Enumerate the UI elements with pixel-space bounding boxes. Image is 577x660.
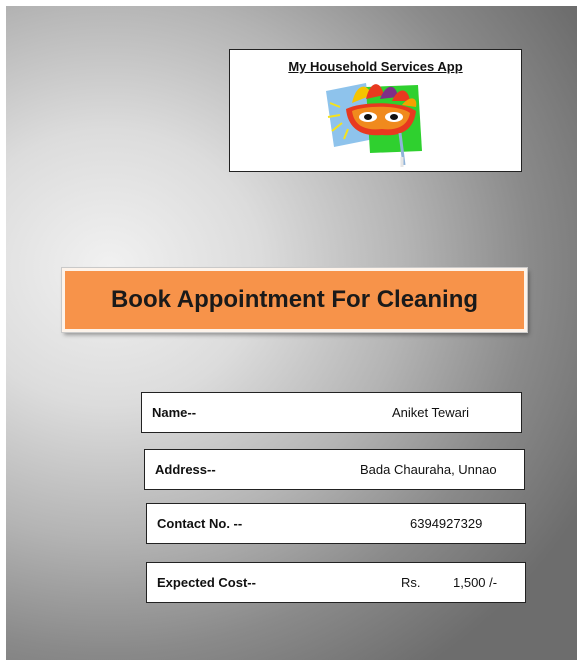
contact-value: 6394927329: [410, 516, 483, 531]
page-title: Book Appointment For Cleaning: [110, 286, 479, 313]
carnival-mask-icon: [326, 83, 422, 167]
expected-cost-label: Expected Cost--: [157, 575, 256, 590]
address-label: Address--: [155, 462, 216, 477]
expected-cost-field[interactable]: Expected Cost-- Rs. 1,500 /-: [146, 562, 526, 603]
name-value: Aniket Tewari: [392, 405, 470, 420]
app-title: My Household Services App: [288, 59, 463, 74]
contact-label: Contact No. --: [157, 516, 243, 531]
contact-field[interactable]: Contact No. -- 6394927329: [146, 503, 526, 544]
currency-label: Rs.: [401, 575, 421, 590]
address-value: Bada Chauraha, Unnao: [360, 462, 497, 477]
name-field[interactable]: Name-- Aniket Tewari: [141, 392, 522, 433]
expected-cost-value: 1,500 /-: [453, 575, 498, 590]
app-header-card: My Household Services App: [229, 49, 522, 172]
page-title-banner: Book Appointment For Cleaning: [62, 268, 527, 332]
address-field[interactable]: Address-- Bada Chauraha, Unnao: [144, 449, 525, 490]
name-label: Name--: [152, 405, 197, 420]
app-screen: My Household Services App Book Appointme…: [6, 6, 577, 660]
